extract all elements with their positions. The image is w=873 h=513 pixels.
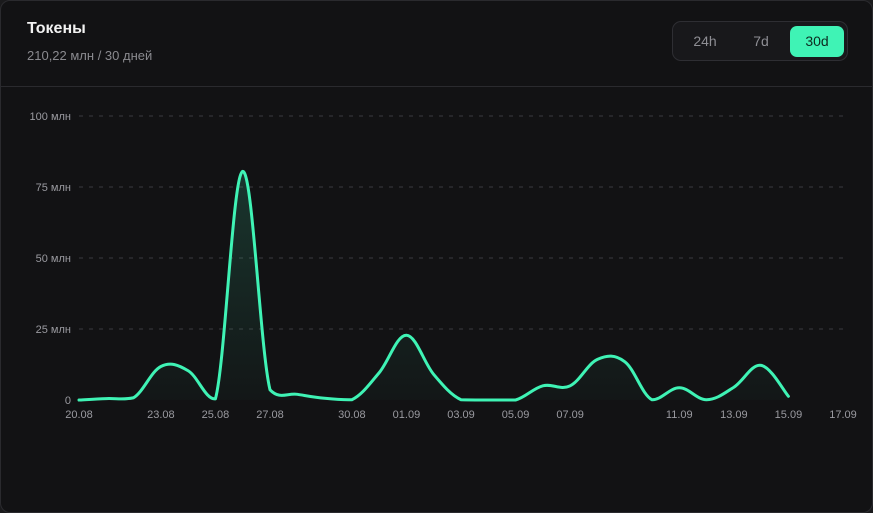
data-point[interactable] [75,396,83,404]
data-point[interactable] [184,367,192,375]
data-point[interactable] [593,355,601,363]
data-point[interactable] [648,396,656,404]
data-point[interactable] [430,370,438,378]
data-point[interactable] [211,395,219,403]
y-tick-label: 25 млн [36,324,71,336]
data-point[interactable] [457,396,465,404]
data-point[interactable] [539,382,547,390]
data-point[interactable] [130,394,138,402]
data-point[interactable] [784,392,792,400]
data-point[interactable] [321,394,329,402]
y-tick-label: 0 [65,395,71,407]
x-tick-label: 01.09 [393,409,421,421]
data-point[interactable] [102,395,110,403]
data-point[interactable] [566,382,574,390]
x-tick-label: 05.09 [502,409,530,421]
data-point[interactable] [375,369,383,377]
tokens-area-chart: 0 25 млн 50 млн 75 млн 100 млн 20.08 23.08 25.… [30,111,857,421]
y-tick-label: 75 млн [36,182,71,194]
x-tick-label: 13.09 [720,409,748,421]
x-tick-label: 23.08 [147,409,175,421]
data-point[interactable] [293,390,301,398]
data-point[interactable] [239,167,247,175]
data-point[interactable] [402,331,410,339]
x-tick-label: 30.08 [338,409,366,421]
y-tick-label: 50 млн [36,253,71,265]
y-tick-label: 100 млн [30,111,71,123]
series-line [77,169,790,402]
data-point[interactable] [157,362,165,370]
x-tick-label: 03.09 [447,409,475,421]
series-area-fill [79,171,789,400]
data-point[interactable] [484,396,492,404]
tokens-card: Токены 210,22 млн / 30 дней 24h 7d 30d 0… [0,0,873,513]
data-point[interactable] [621,358,629,366]
data-point[interactable] [266,386,274,394]
x-tick-label: 07.09 [556,409,584,421]
data-point[interactable] [730,383,738,391]
data-point[interactable] [348,396,356,404]
data-point[interactable] [675,384,683,392]
x-tick-label: 17.09 [829,409,857,421]
x-tick-label: 11.09 [666,409,693,421]
x-tick-label: 15.09 [775,409,803,421]
x-tick-label: 27.08 [256,409,284,421]
data-point[interactable] [703,396,711,404]
data-point[interactable] [512,396,520,404]
x-tick-label: 20.08 [65,409,93,421]
data-point[interactable] [757,361,765,369]
x-tick-label: 25.08 [202,409,230,421]
